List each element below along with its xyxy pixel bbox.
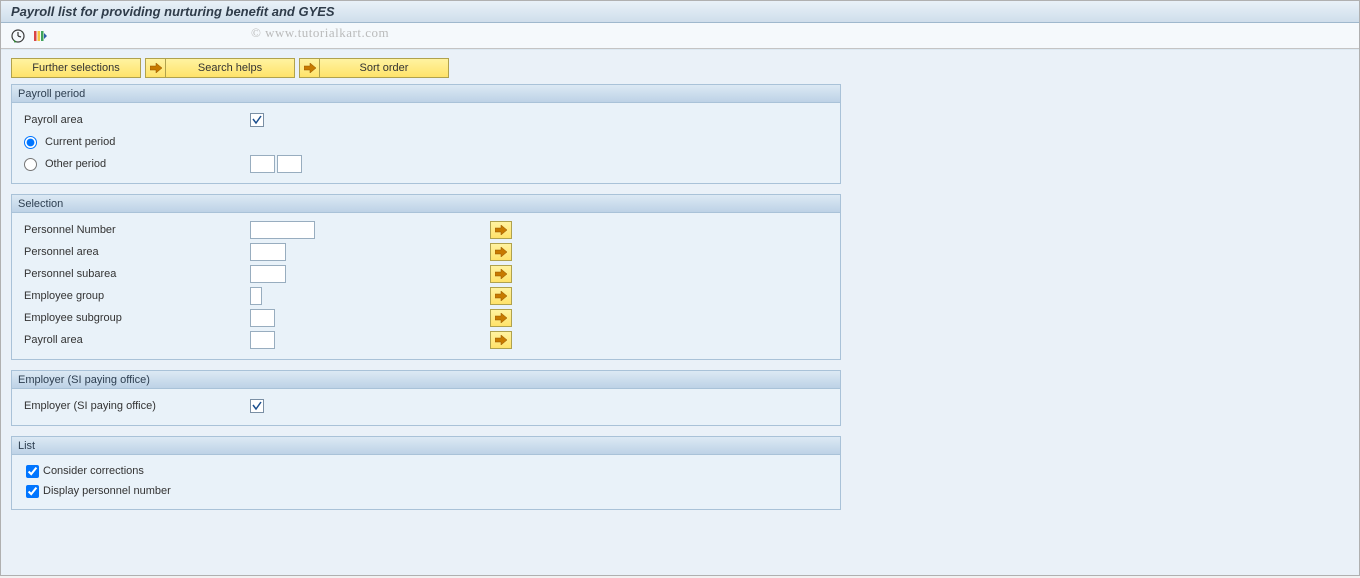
display-pernr-label: Display personnel number: [43, 485, 171, 497]
selection-input[interactable]: [250, 309, 275, 327]
group-legend: Employer (SI paying office): [12, 371, 840, 389]
multiple-selection-button[interactable]: [490, 331, 512, 349]
app-frame: Payroll list for providing nurturing ben…: [0, 0, 1360, 576]
selection-row: Personnel Number: [20, 219, 832, 241]
field-label: Personnel area: [20, 246, 250, 258]
field-label: Employee group: [20, 290, 250, 302]
content-area: Further selections Search helps Sort ord…: [1, 49, 1359, 575]
other-period-label: Other period: [45, 158, 106, 170]
sort-order-button[interactable]: Sort order: [319, 58, 449, 78]
group-legend: List: [12, 437, 840, 455]
selection-input[interactable]: [250, 265, 286, 283]
current-period-radio[interactable]: Current period: [20, 136, 115, 149]
multiple-selection-button[interactable]: [490, 243, 512, 261]
employer-label: Employer (SI paying office): [20, 400, 250, 412]
function-bar: Further selections Search helps Sort ord…: [7, 56, 1353, 84]
multiple-selection-button[interactable]: [490, 309, 512, 327]
other-period-field-1[interactable]: [250, 155, 275, 173]
field-label: Personnel subarea: [20, 268, 250, 280]
multiple-selection-button[interactable]: [490, 287, 512, 305]
selection-input[interactable]: [250, 221, 315, 239]
matchcode-icon[interactable]: [250, 399, 264, 413]
selection-row: Personnel area: [20, 241, 832, 263]
watermark-text: © www.tutorialkart.com: [251, 25, 389, 41]
execute-icon[interactable]: [9, 27, 27, 45]
other-period-input[interactable]: [24, 158, 37, 171]
selection-input[interactable]: [250, 331, 275, 349]
variant-icon[interactable]: [31, 27, 49, 45]
group-employer: Employer (SI paying office) Employer (SI…: [11, 370, 841, 426]
field-label: Payroll area: [20, 334, 250, 346]
selection-input[interactable]: [250, 287, 262, 305]
payroll-area-label: Payroll area: [20, 114, 250, 126]
arrow-icon: [299, 58, 319, 78]
group-payroll-period: Payroll period Payroll area Current peri…: [11, 84, 841, 184]
field-label: Employee subgroup: [20, 312, 250, 324]
further-selections-button[interactable]: Further selections: [11, 58, 141, 78]
selection-row: Employee group: [20, 285, 832, 307]
multiple-selection-button[interactable]: [490, 265, 512, 283]
selection-input[interactable]: [250, 243, 286, 261]
search-helps-button[interactable]: Search helps: [165, 58, 295, 78]
group-legend: Payroll period: [12, 85, 840, 103]
group-selection: Selection Personnel Number Personnel area…: [11, 194, 841, 360]
selection-row: Employee subgroup: [20, 307, 832, 329]
current-period-label: Current period: [45, 136, 115, 148]
selection-row: Personnel subarea: [20, 263, 832, 285]
matchcode-icon[interactable]: [250, 113, 264, 127]
display-pernr-checkbox[interactable]: [26, 485, 39, 498]
multiple-selection-button[interactable]: [490, 221, 512, 239]
page-title: Payroll list for providing nurturing ben…: [11, 4, 335, 19]
consider-corrections-label: Consider corrections: [43, 465, 144, 477]
consider-corrections-checkbox[interactable]: [26, 465, 39, 478]
group-legend: Selection: [12, 195, 840, 213]
other-period-radio[interactable]: Other period: [20, 158, 250, 171]
app-toolbar: © www.tutorialkart.com: [1, 23, 1359, 49]
arrow-icon: [145, 58, 165, 78]
group-list: List Consider corrections Display person…: [11, 436, 841, 510]
title-bar: Payroll list for providing nurturing ben…: [1, 1, 1359, 23]
other-period-field-2[interactable]: [277, 155, 302, 173]
selection-row: Payroll area: [20, 329, 832, 351]
current-period-input[interactable]: [24, 136, 37, 149]
field-label: Personnel Number: [20, 224, 250, 236]
